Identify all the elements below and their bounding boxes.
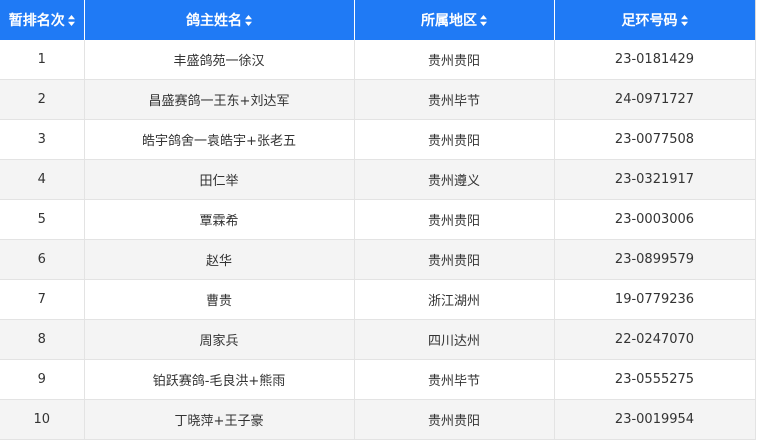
sort-updown-icon[interactable] xyxy=(245,15,252,26)
column-header-label: 足环号码 xyxy=(621,13,678,29)
table-row: 1 丰盛鸽苑一徐汉 贵州贵阳 23-0181429 xyxy=(0,40,756,80)
table-row: 2 昌盛赛鸽一王东+刘达军 贵州毕节 24-0971727 xyxy=(0,79,756,120)
ring-number-cell: 23-0077508 xyxy=(554,119,756,160)
region-cell: 贵州贵阳 xyxy=(354,199,555,240)
ranking-table: 暂排名次 鸽主姓名 所属地区 足环号码 1 丰盛鸽苑一徐汉 贵州贵阳 23-0181429 2… xyxy=(0,0,756,440)
sort-updown-icon[interactable] xyxy=(680,15,688,26)
owner-cell: 田仁举 xyxy=(84,159,355,200)
owner-cell: 周家兵 xyxy=(84,319,355,360)
table-header: 暂排名次 鸽主姓名 所属地区 足环号码 xyxy=(0,0,756,40)
column-header-rank[interactable]: 暂排名次 xyxy=(0,0,85,40)
table-row: 5 覃霖希 贵州贵阳 23-0003006 xyxy=(0,199,756,240)
ring-number-cell: 23-0555275 xyxy=(554,359,756,400)
region-cell: 贵州贵阳 xyxy=(354,399,555,440)
rank-cell: 5 xyxy=(0,199,85,240)
column-header-label: 鸽主姓名 xyxy=(186,13,242,29)
column-header-region[interactable]: 所属地区 xyxy=(354,0,555,40)
owner-cell: 铂跃赛鸽-毛良洪+熊雨 xyxy=(84,359,355,400)
table-row: 8 周家兵 四川达州 22-0247070 xyxy=(0,319,756,360)
rank-cell: 2 xyxy=(0,79,85,120)
ranking-table-container: 暂排名次 鸽主姓名 所属地区 足环号码 1 丰盛鸽苑一徐汉 贵州贵阳 23-0181429 2… xyxy=(0,0,757,442)
ring-number-cell: 24-0971727 xyxy=(554,79,756,120)
rank-cell: 6 xyxy=(0,239,85,280)
table-row: 4 田仁举 贵州遵义 23-0321917 xyxy=(0,159,756,200)
table-body: 1 丰盛鸽苑一徐汉 贵州贵阳 23-0181429 2 昌盛赛鸽一王东+刘达军 贵州毕节 24… xyxy=(0,40,756,440)
owner-cell: 丰盛鸽苑一徐汉 xyxy=(84,40,355,80)
column-header-ring[interactable]: 足环号码 xyxy=(554,0,756,40)
ring-number-cell: 19-0779236 xyxy=(554,279,756,320)
ring-number-cell: 23-0321917 xyxy=(554,159,756,200)
ring-number-cell: 22-0247070 xyxy=(554,319,756,360)
sort-updown-icon[interactable] xyxy=(67,15,75,26)
column-header-label: 所属地区 xyxy=(421,13,477,29)
owner-cell: 昌盛赛鸽一王东+刘达军 xyxy=(84,79,355,120)
ring-number-cell: 23-0899579 xyxy=(554,239,756,280)
owner-cell: 赵华 xyxy=(84,239,355,280)
region-cell: 贵州贵阳 xyxy=(354,239,555,280)
owner-cell: 丁晓萍+王子豪 xyxy=(84,399,355,440)
sort-updown-icon[interactable] xyxy=(480,15,487,26)
region-cell: 贵州毕节 xyxy=(354,359,555,400)
rank-cell: 8 xyxy=(0,319,85,360)
column-header-owner[interactable]: 鸽主姓名 xyxy=(84,0,355,40)
ring-number-cell: 23-0019954 xyxy=(554,399,756,440)
rank-cell: 1 xyxy=(0,40,85,80)
owner-cell: 曹贵 xyxy=(84,279,355,320)
region-cell: 贵州遵义 xyxy=(354,159,555,200)
table-row: 3 皓宇鸽舍一袁皓宇+张老五 贵州贵阳 23-0077508 xyxy=(0,119,756,160)
region-cell: 贵州贵阳 xyxy=(354,40,555,80)
ring-number-cell: 23-0181429 xyxy=(554,40,756,80)
table-row: 9 铂跃赛鸽-毛良洪+熊雨 贵州毕节 23-0555275 xyxy=(0,359,756,400)
rank-cell: 9 xyxy=(0,359,85,400)
rank-cell: 4 xyxy=(0,159,85,200)
table-row: 7 曹贵 浙江湖州 19-0779236 xyxy=(0,279,756,320)
region-cell: 贵州毕节 xyxy=(354,79,555,120)
column-header-label: 暂排名次 xyxy=(8,13,65,29)
region-cell: 四川达州 xyxy=(354,319,555,360)
ring-number-cell: 23-0003006 xyxy=(554,199,756,240)
rank-cell: 10 xyxy=(0,399,85,440)
table-row: 10 丁晓萍+王子豪 贵州贵阳 23-0019954 xyxy=(0,399,756,440)
owner-cell: 覃霖希 xyxy=(84,199,355,240)
owner-cell: 皓宇鸽舍一袁皓宇+张老五 xyxy=(84,119,355,160)
rank-cell: 7 xyxy=(0,279,85,320)
region-cell: 贵州贵阳 xyxy=(354,119,555,160)
rank-cell: 3 xyxy=(0,119,85,160)
region-cell: 浙江湖州 xyxy=(354,279,555,320)
table-row: 6 赵华 贵州贵阳 23-0899579 xyxy=(0,239,756,280)
